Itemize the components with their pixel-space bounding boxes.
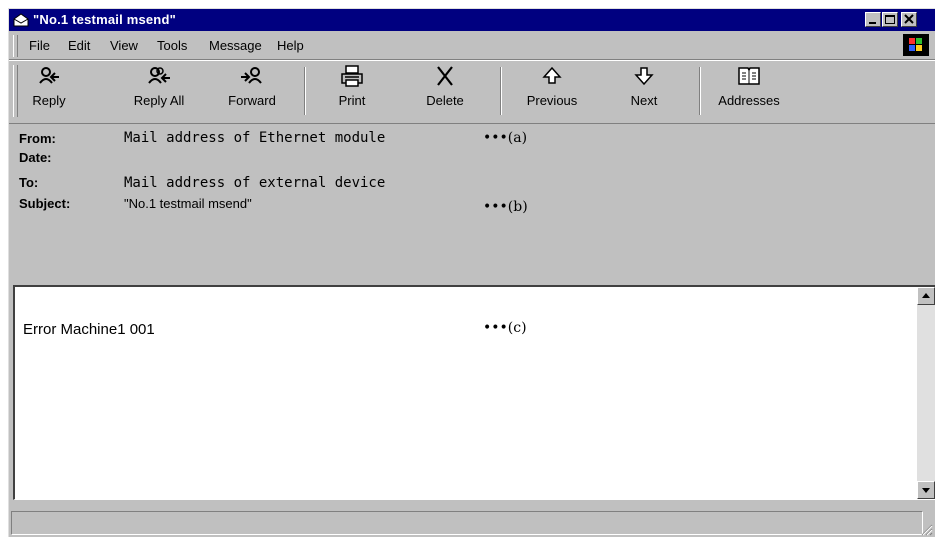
previous-button[interactable]: Previous [517, 65, 587, 108]
print-label: Print [338, 93, 366, 108]
window-title: "No.1 testmail msend" [33, 12, 176, 27]
menu-file[interactable]: File [29, 38, 50, 53]
reply-button[interactable]: Reply [26, 65, 72, 108]
message-body[interactable]: Error Machine1 001 •••(c) [13, 285, 935, 500]
status-bar [9, 508, 935, 538]
forward-label: Forward [228, 93, 276, 108]
print-button[interactable]: Print [332, 65, 372, 108]
address-book-icon [738, 67, 760, 85]
next-label: Next [630, 93, 658, 108]
addresses-button[interactable]: Addresses [709, 65, 789, 108]
menu-grip[interactable] [13, 35, 18, 57]
menu-edit[interactable]: Edit [68, 38, 90, 53]
envelope-icon [13, 12, 29, 28]
scroll-down-button[interactable] [917, 481, 935, 499]
next-button[interactable]: Next [622, 65, 666, 108]
maximize-button[interactable] [882, 12, 898, 27]
toolbar-grip[interactable] [13, 65, 18, 117]
toolbar-separator [699, 67, 701, 115]
menu-tools[interactable]: Tools [157, 38, 187, 53]
annotation-b: •••(b) [483, 199, 528, 215]
date-label: Date: [19, 150, 52, 165]
subject-label: Subject: [19, 196, 71, 211]
minimize-button[interactable] [865, 12, 881, 27]
scroll-up-button[interactable] [917, 287, 935, 305]
delete-label: Delete [426, 93, 464, 108]
forward-button[interactable]: Forward [221, 65, 283, 108]
message-headers: From: Mail address of Ethernet module ••… [9, 123, 935, 285]
toolbar-separator [304, 67, 306, 115]
close-button[interactable] [901, 12, 917, 27]
delete-button[interactable]: Delete [417, 65, 473, 108]
to-label: To: [19, 175, 39, 190]
toolbar: Reply Reply All Forward Print Delete Pre… [9, 60, 935, 124]
from-label: From: [19, 131, 56, 146]
up-arrow-icon [542, 66, 562, 84]
vertical-scrollbar[interactable] [917, 287, 935, 499]
forward-icon [241, 67, 262, 84]
reply-all-label: Reply All [133, 93, 185, 108]
scroll-down-icon [922, 488, 930, 493]
to-value: Mail address of external device [124, 175, 386, 191]
annotation-c: •••(c) [483, 320, 527, 336]
printer-icon [341, 65, 363, 87]
mail-window: "No.1 testmail msend" File Edit View Too… [8, 8, 935, 537]
title-bar[interactable]: "No.1 testmail msend" [9, 9, 935, 31]
status-field [11, 511, 923, 535]
menu-help[interactable]: Help [277, 38, 304, 53]
reply-all-icon [148, 67, 170, 84]
menu-bar: File Edit View Tools Message Help [9, 32, 935, 60]
down-arrow-icon [634, 67, 654, 86]
resize-grip-icon[interactable] [919, 522, 933, 536]
reply-all-button[interactable]: Reply All [124, 65, 194, 108]
menu-message[interactable]: Message [209, 38, 262, 53]
message-text: Error Machine1 001 [23, 321, 155, 338]
windows-logo-icon [903, 34, 929, 56]
addresses-label: Addresses [718, 93, 780, 108]
subject-value: "No.1 testmail msend" [124, 196, 252, 211]
from-value: Mail address of Ethernet module [124, 130, 386, 146]
reply-icon [39, 67, 59, 84]
reply-label: Reply [32, 93, 66, 108]
scroll-up-icon [922, 293, 930, 298]
menu-view[interactable]: View [110, 38, 138, 53]
toolbar-separator [500, 67, 502, 115]
previous-label: Previous [526, 93, 578, 108]
annotation-a: •••(a) [483, 130, 528, 146]
delete-icon [437, 66, 453, 86]
